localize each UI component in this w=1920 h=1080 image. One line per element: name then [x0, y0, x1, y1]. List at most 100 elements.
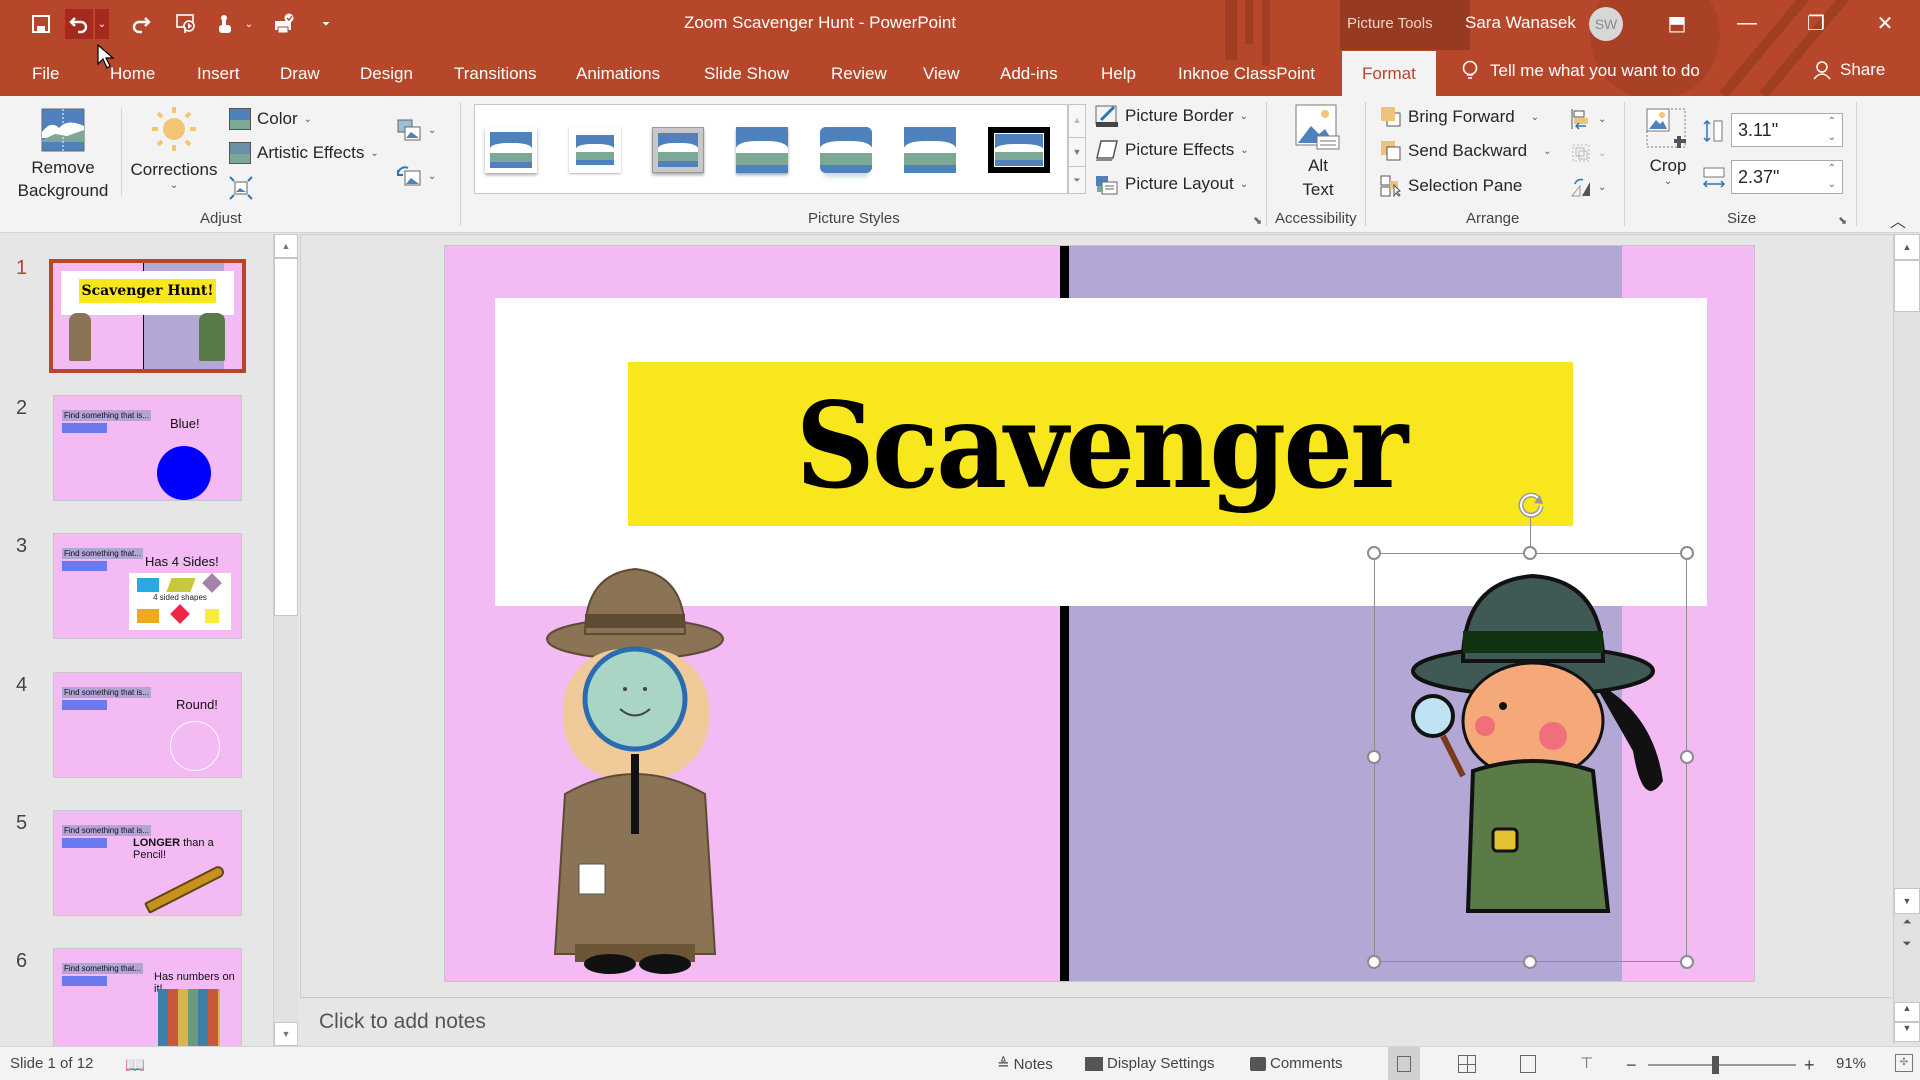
- slide-thumbnail-3[interactable]: Find something that... Has 4 Sides! 4 si…: [53, 533, 242, 639]
- picture-border-button[interactable]: Picture Border ⌄: [1095, 104, 1248, 128]
- height-spinner[interactable]: ⌃ ⌄: [1828, 114, 1836, 146]
- fit-to-window-icon[interactable]: ✣: [1895, 1054, 1913, 1072]
- comments-button[interactable]: Comments: [1250, 1055, 1343, 1072]
- scroll-up-icon[interactable]: ▲: [1894, 234, 1920, 260]
- spin-down-icon[interactable]: ⌄: [1828, 130, 1836, 146]
- tab-view[interactable]: View: [919, 56, 964, 96]
- align-button[interactable]: ⌄: [1570, 108, 1606, 130]
- resize-handle-left[interactable]: [1367, 750, 1381, 764]
- zoom-slider[interactable]: [1648, 1056, 1796, 1074]
- ribbon-display-options-icon[interactable]: ⬒: [1654, 6, 1700, 40]
- alt-text-button[interactable]: Alt Text: [1278, 104, 1358, 202]
- slide-sorter-icon[interactable]: [1458, 1055, 1476, 1073]
- reset-picture-button[interactable]: ⌄: [396, 164, 436, 188]
- picture-style-option[interactable]: [820, 127, 872, 173]
- zoom-level[interactable]: 91%: [1836, 1055, 1866, 1072]
- notes-scroll-down-icon[interactable]: ▼: [1894, 1022, 1920, 1042]
- send-backward-button[interactable]: Send Backward ⌄: [1380, 140, 1551, 162]
- change-picture-button[interactable]: ⌄: [396, 118, 436, 142]
- rotate-button[interactable]: ⌄: [1570, 176, 1606, 198]
- restore-icon[interactable]: ❐: [1793, 6, 1839, 40]
- width-spinner[interactable]: ⌃ ⌄: [1828, 161, 1836, 193]
- slide-thumbnail-2[interactable]: Find something that is... Blue!: [53, 395, 242, 501]
- remove-background-button[interactable]: Remove Background: [10, 102, 116, 202]
- resize-handle-right[interactable]: [1680, 750, 1694, 764]
- normal-view-button[interactable]: [1388, 1047, 1420, 1080]
- notes-button[interactable]: ≜ Notes: [997, 1055, 1053, 1074]
- detective-boy-image[interactable]: [545, 554, 735, 974]
- user-name[interactable]: Sara Wanasek: [1465, 13, 1576, 33]
- tab-insert[interactable]: Insert: [193, 56, 244, 96]
- tab-inknoe-classpoint[interactable]: Inknoe ClassPoint: [1174, 56, 1319, 96]
- tab-draw[interactable]: Draw: [276, 56, 324, 96]
- scroll-down-icon[interactable]: ▼: [1894, 888, 1920, 914]
- selection-pane-button[interactable]: Selection Pane: [1380, 175, 1522, 197]
- display-settings-button[interactable]: Display Settings: [1085, 1055, 1215, 1072]
- tab-design[interactable]: Design: [356, 56, 417, 96]
- tab-review[interactable]: Review: [827, 56, 891, 96]
- picture-style-option[interactable]: [569, 127, 621, 173]
- crop-button[interactable]: Crop ⌄: [1644, 108, 1692, 187]
- title-highlight[interactable]: Scavenger Hunt!: [628, 362, 1573, 526]
- tab-home[interactable]: Home: [106, 56, 159, 96]
- picture-style-option[interactable]: [652, 127, 704, 173]
- scroll-up-icon[interactable]: ▲: [274, 234, 298, 258]
- close-icon[interactable]: ✕: [1862, 6, 1908, 40]
- spin-down-icon[interactable]: ⌄: [1828, 177, 1836, 193]
- next-slide-icon[interactable]: ⏷: [1894, 938, 1920, 962]
- slide-thumbnail-6[interactable]: Find something that... Has numbers on it…: [53, 948, 242, 1046]
- group-button[interactable]: ⌄: [1570, 142, 1606, 164]
- picture-style-option[interactable]: [904, 127, 956, 173]
- tab-add-ins[interactable]: Add-ins: [996, 56, 1062, 96]
- gallery-up-icon[interactable]: ▲: [1069, 105, 1085, 137]
- minimize-icon[interactable]: —: [1724, 6, 1770, 40]
- zoom-out-button[interactable]: −: [1626, 1055, 1637, 1076]
- spin-up-icon[interactable]: ⌃: [1828, 114, 1836, 130]
- slide-thumbnail-1[interactable]: Scavenger Hunt!: [49, 259, 246, 373]
- resize-handle-bottom[interactable]: [1523, 955, 1537, 969]
- picture-style-option[interactable]: [736, 127, 788, 173]
- slide-show-icon[interactable]: ⊤: [1580, 1054, 1598, 1074]
- tell-me-search[interactable]: Tell me what you want to do: [1462, 60, 1700, 82]
- spin-up-icon[interactable]: ⌃: [1828, 161, 1836, 177]
- bring-forward-button[interactable]: Bring Forward ⌄: [1380, 106, 1539, 128]
- spell-check-icon[interactable]: 📖: [125, 1055, 145, 1075]
- picture-styles-dialog-launcher-icon[interactable]: ⬊: [1253, 214, 1262, 227]
- picture-layout-button[interactable]: Picture Layout ⌄: [1095, 172, 1248, 196]
- share-button[interactable]: Share: [1812, 60, 1885, 80]
- rotate-handle-icon[interactable]: [1516, 489, 1546, 519]
- picture-effects-button[interactable]: Picture Effects ⌄: [1095, 138, 1249, 162]
- avatar[interactable]: SW: [1589, 7, 1623, 41]
- gallery-down-icon[interactable]: ▼: [1069, 137, 1085, 166]
- scroll-thumb[interactable]: [1894, 260, 1920, 312]
- zoom-slider-thumb[interactable]: [1711, 1056, 1719, 1074]
- scroll-down-icon[interactable]: ▼: [274, 1022, 298, 1046]
- tab-file[interactable]: File: [28, 56, 63, 96]
- slide-thumbnail-5[interactable]: Find something that is... LONGER than a …: [53, 810, 242, 916]
- resize-handle-top-right[interactable]: [1680, 546, 1694, 560]
- picture-style-option[interactable]: [485, 127, 537, 173]
- thumbnails-scrollbar[interactable]: ▲ ▼: [273, 234, 298, 1046]
- artistic-effects-button[interactable]: Artistic Effects ⌄: [229, 142, 379, 164]
- shape-height-input[interactable]: 3.11" ⌃ ⌄: [1731, 113, 1843, 147]
- tab-format[interactable]: Format: [1342, 51, 1436, 96]
- resize-handle-top-left[interactable]: [1367, 546, 1381, 560]
- corrections-button[interactable]: Corrections ⌄: [128, 102, 220, 202]
- resize-handle-top[interactable]: [1523, 546, 1537, 560]
- tab-slide-show[interactable]: Slide Show: [700, 56, 793, 96]
- size-dialog-launcher-icon[interactable]: ⬊: [1838, 214, 1847, 227]
- notes-pane[interactable]: Click to add notes: [300, 997, 1890, 1044]
- resize-handle-bottom-left[interactable]: [1367, 955, 1381, 969]
- collapse-ribbon-icon[interactable]: ︿: [1890, 208, 1906, 232]
- compress-pictures-button[interactable]: [229, 176, 253, 200]
- slide-thumbnail-4[interactable]: Find something that is... Round!: [53, 672, 242, 778]
- reading-view-icon[interactable]: [1520, 1055, 1536, 1073]
- tab-help[interactable]: Help: [1097, 56, 1140, 96]
- resize-handle-bottom-right[interactable]: [1680, 955, 1694, 969]
- picture-style-option[interactable]: [988, 127, 1050, 173]
- tab-transitions[interactable]: Transitions: [450, 56, 541, 96]
- tab-animations[interactable]: Animations: [572, 56, 664, 96]
- previous-slide-icon[interactable]: ⏶: [1894, 916, 1920, 940]
- gallery-more-icon[interactable]: ⏷: [1069, 166, 1085, 193]
- color-button[interactable]: Color ⌄: [229, 108, 312, 130]
